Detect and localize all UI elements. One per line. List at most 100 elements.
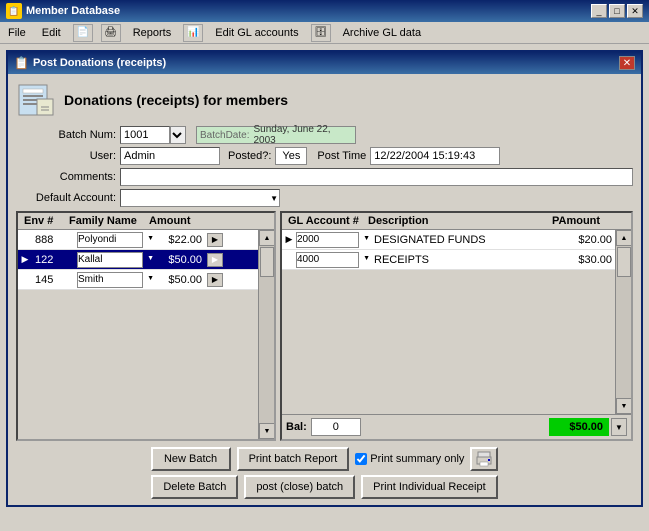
amount-header: Amount <box>145 214 195 228</box>
toolbar-icon-1[interactable]: 📄 <box>73 24 93 42</box>
menu-edit-gl[interactable]: Edit GL accounts <box>211 26 302 40</box>
scroll-thumb-right[interactable] <box>617 247 631 277</box>
family-select-3[interactable]: Smith <box>77 272 143 288</box>
family-arrow-2: ▼ <box>147 255 154 262</box>
gl-select-2[interactable]: 4000 <box>296 252 359 268</box>
posted-value: Yes <box>275 147 307 165</box>
gl-desc-2: RECEIPTS <box>371 253 550 267</box>
buttons-area: New Batch Print batch Report Print summa… <box>16 447 633 499</box>
scroll-down-btn-left[interactable]: ▼ <box>259 423 274 439</box>
gl-select-1[interactable]: 2000 <box>296 232 359 248</box>
nav-btn-2[interactable]: ▶ <box>207 253 223 267</box>
close-button[interactable]: ✕ <box>627 4 643 18</box>
print-icon-button[interactable] <box>470 447 498 471</box>
env-cell-3: 145 <box>32 273 77 287</box>
left-table-rows: 888 Polyondi ▼ $22.00 ▶ <box>18 230 258 439</box>
table-row[interactable]: ▶ 122 Kallal ▼ $50.00 ▶ <box>18 250 258 270</box>
new-batch-button[interactable]: New Batch <box>151 447 231 471</box>
batch-num-row: Batch Num: BatchDate: Sunday, June 22, 2… <box>16 126 633 144</box>
print-individual-receipt-button[interactable]: Print Individual Receipt <box>361 475 498 499</box>
env-cell-1: 888 <box>32 233 77 247</box>
default-account-label: Default Account: <box>16 192 116 204</box>
scroll-thumb-left[interactable] <box>260 247 274 277</box>
toolbar-archive-icon: 🗄 <box>311 24 331 42</box>
comments-label: Comments: <box>16 171 116 183</box>
right-scrollbar: ▲ ▼ <box>615 230 631 414</box>
gl-arrow-2: ▼ <box>363 255 370 262</box>
batch-date-label: BatchDate: Sunday, June 22, 2003 <box>196 126 356 144</box>
app-title: Member Database <box>26 5 120 17</box>
nav-btn-3[interactable]: ▶ <box>207 273 223 287</box>
print-batch-report-button[interactable]: Print batch Report <box>237 447 350 471</box>
right-table: GL Account # Description PAmount ▶ <box>280 211 633 441</box>
default-account-row: Default Account: ▼ <box>16 189 633 207</box>
scroll-track-right <box>616 246 631 398</box>
print-summary-checkbox[interactable] <box>355 453 367 465</box>
comments-row: Comments: <box>16 168 633 186</box>
print-summary-label: Print summary only <box>370 453 464 465</box>
toolbar-edit-gl-icon: 📊 <box>183 24 203 42</box>
menu-file[interactable]: File <box>4 26 30 40</box>
user-row: User: Posted?: Yes Post Time 12/22/2004 … <box>16 147 633 165</box>
post-close-batch-button[interactable]: post (close) batch <box>244 475 355 499</box>
default-account-select[interactable] <box>120 189 280 207</box>
scroll-track-left <box>259 246 274 423</box>
balance-label: Bal: <box>286 421 307 433</box>
left-table-header: Env # Family Name Amount <box>18 213 274 230</box>
user-label: User: <box>16 150 116 162</box>
dialog-header-title: Donations (receipts) for members <box>64 92 288 108</box>
family-arrow-3: ▼ <box>147 275 154 282</box>
title-bar: 📋 Member Database _ □ ✕ <box>0 0 649 22</box>
family-select-2[interactable]: Kallal <box>77 252 143 268</box>
menu-reports[interactable]: Reports <box>129 26 176 40</box>
minimize-button[interactable]: _ <box>591 4 607 18</box>
right-table-header: GL Account # Description PAmount <box>282 213 631 230</box>
right-table-body: ▶ 2000 ▼ DESIGNATED FUNDS $20.00 <box>282 230 631 414</box>
nav-btn-1[interactable]: ▶ <box>207 233 223 247</box>
pamount-header: PAmount <box>548 214 613 228</box>
family-select-1[interactable]: Polyondi <box>77 232 143 248</box>
comments-input[interactable] <box>120 168 633 186</box>
menu-edit[interactable]: Edit <box>38 26 65 40</box>
menu-archive-gl[interactable]: Archive GL data <box>339 26 425 40</box>
toolbar-icon-2[interactable]: 🖨 <box>101 24 121 42</box>
left-table: Env # Family Name Amount 888 <box>16 211 276 441</box>
dialog-content: Donations (receipts) for members Batch N… <box>8 74 641 505</box>
dialog-icon: 📋 <box>14 56 29 70</box>
dialog-title-bar: 📋 Post Donations (receipts) ✕ <box>8 52 641 74</box>
env-header: Env # <box>20 214 65 228</box>
table-row[interactable]: 145 Smith ▼ $50.00 ▶ <box>18 270 258 290</box>
post-donations-dialog: 📋 Post Donations (receipts) ✕ <box>6 50 643 507</box>
left-table-body: 888 Polyondi ▼ $22.00 ▶ <box>18 230 274 439</box>
balance-scroll-btn[interactable]: ▼ <box>611 418 627 436</box>
balance-input[interactable] <box>311 418 361 436</box>
desc-header: Description <box>364 214 548 228</box>
header-icon <box>16 80 56 120</box>
scroll-down-btn-right[interactable]: ▼ <box>616 398 631 414</box>
dialog-header: Donations (receipts) for members <box>16 80 633 120</box>
dialog-close-button[interactable]: ✕ <box>619 56 635 70</box>
batch-num-input[interactable] <box>120 126 170 144</box>
delete-batch-button[interactable]: Delete Batch <box>151 475 238 499</box>
main-area: 📋 Post Donations (receipts) ✕ <box>0 44 649 513</box>
menu-bar: File Edit 📄 🖨 Reports 📊 Edit GL accounts… <box>0 22 649 44</box>
left-scrollbar: ▲ ▼ <box>258 230 274 439</box>
tables-area: Env # Family Name Amount 888 <box>16 211 633 441</box>
table-row[interactable]: ▶ 2000 ▼ DESIGNATED FUNDS $20.00 <box>282 230 615 250</box>
scroll-up-btn-right[interactable]: ▲ <box>616 230 631 246</box>
gl-pamount-1: $20.00 <box>550 233 615 247</box>
table-row[interactable]: 888 Polyondi ▼ $22.00 ▶ <box>18 230 258 250</box>
scroll-up-btn-left[interactable]: ▲ <box>259 230 274 246</box>
user-input[interactable] <box>120 147 220 165</box>
table-row[interactable]: 4000 ▼ RECEIPTS $30.00 <box>282 250 615 270</box>
row-indicator-2: ▶ <box>18 254 32 265</box>
batch-num-dropdown[interactable] <box>170 126 186 144</box>
dialog-title: Post Donations (receipts) <box>33 57 166 69</box>
gl-arrow-1: ▼ <box>363 235 370 242</box>
gl-row-indicator-1: ▶ <box>282 234 296 245</box>
buttons-row-2: Delete Batch post (close) batch Print In… <box>16 475 633 499</box>
buttons-row-1: New Batch Print batch Report Print summa… <box>16 447 633 471</box>
maximize-button[interactable]: □ <box>609 4 625 18</box>
posted-label: Posted?: <box>228 150 271 162</box>
family-header: Family Name <box>65 214 145 228</box>
